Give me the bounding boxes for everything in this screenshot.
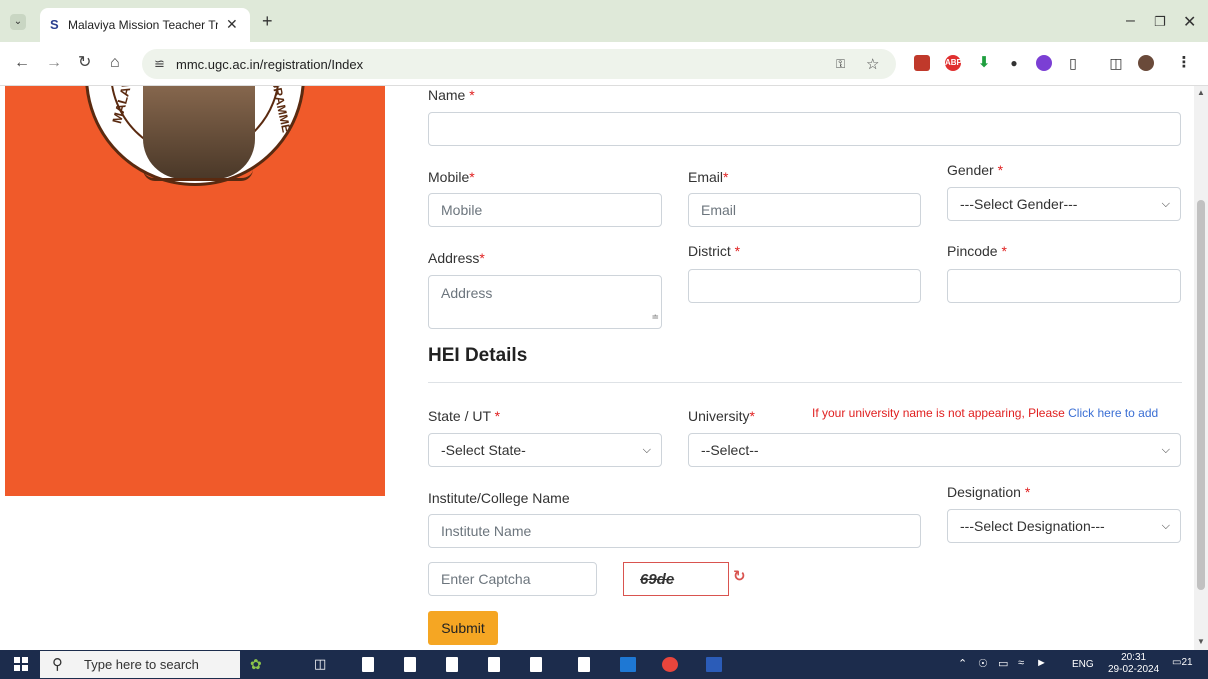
name-label: Name * — [428, 87, 475, 103]
new-tab-plus-icon[interactable]: + — [262, 12, 273, 30]
task-view-icon[interactable]: ◫ — [314, 656, 326, 672]
volume-muted-icon[interactable]: ► — [1036, 657, 1047, 669]
captcha-input[interactable]: Enter Captcha — [428, 562, 597, 596]
district-label: District * — [688, 243, 741, 259]
profile-avatar[interactable] — [1138, 55, 1154, 71]
chevron-down-icon: ⌵ — [1161, 520, 1170, 532]
designation-select[interactable]: ---Select Designation--- ⌵ — [947, 509, 1181, 543]
add-university-link[interactable]: Click here to add — [1068, 406, 1158, 420]
chrome-icon[interactable] — [662, 657, 678, 672]
download-arrow-icon[interactable]: ⬇ — [976, 55, 992, 71]
hei-details-heading: HEI Details — [428, 345, 528, 366]
minimize-icon[interactable]: – — [1126, 12, 1135, 30]
windows-taskbar: ⚲ Type here to search ✿ ◫ ⌃ ☉ ▭ ≈ ► ENG … — [0, 650, 1208, 679]
file-icon[interactable] — [446, 657, 458, 672]
taskbar-search[interactable]: ⚲ Type here to search — [40, 651, 240, 678]
kebab-menu-icon[interactable]: ⋮ — [1176, 55, 1192, 71]
extension-icon[interactable] — [914, 55, 930, 71]
left-banner: MALAVIYA OGRAMME — [5, 86, 385, 496]
captcha-text: 69de — [640, 571, 675, 588]
address-label: Address* — [428, 250, 485, 266]
gender-label: Gender * — [947, 162, 1004, 178]
side-panel-icon[interactable]: ◫ — [1108, 55, 1124, 71]
site-favicon-icon: S — [50, 17, 59, 32]
adblock-icon[interactable]: ABP — [945, 55, 962, 71]
mobile-input[interactable]: Mobile — [428, 193, 662, 227]
institute-input[interactable]: Institute Name — [428, 514, 921, 548]
browser-tab-bar: ⌄ S Malaviya Mission Teacher Traini ✕ + … — [0, 0, 1208, 42]
wifi-icon[interactable]: ≈ — [1018, 657, 1024, 669]
back-arrow-icon[interactable]: ← — [14, 54, 30, 72]
word-icon[interactable] — [706, 657, 722, 672]
university-select[interactable]: --Select-- ⌵ — [688, 433, 1181, 467]
state-select[interactable]: -Select State- ⌵ — [428, 433, 662, 467]
pincode-input[interactable] — [947, 269, 1181, 303]
clock[interactable]: 20:31 29-02-2024 — [1108, 652, 1159, 676]
address-textarea[interactable]: Address ≐ — [428, 275, 662, 329]
chevron-down-icon: ⌵ — [642, 444, 651, 456]
tab-close-icon[interactable]: ✕ — [226, 16, 238, 33]
page-scrollbar[interactable]: ▲ ▼ — [1194, 86, 1208, 650]
tab-search-chevron-icon[interactable]: ⌄ — [10, 14, 26, 30]
university-missing-notice: If your university name is not appearing… — [812, 406, 1159, 420]
frog-widget-icon[interactable]: ✿ — [250, 656, 262, 673]
address-bar[interactable]: ≌ mmc.ugc.ac.in/registration/Index ⚿ ☆ — [142, 49, 896, 79]
section-divider — [428, 382, 1182, 383]
forward-arrow-icon[interactable]: → — [46, 54, 62, 72]
gender-select[interactable]: ---Select Gender--- ⌵ — [947, 187, 1181, 221]
battery-icon[interactable]: ▭ — [998, 657, 1008, 670]
url-text[interactable]: mmc.ugc.ac.in/registration/Index — [176, 57, 363, 72]
extension-icon[interactable]: ● — [1006, 55, 1022, 71]
submit-button[interactable]: Submit — [428, 611, 498, 645]
email-label: Email* — [688, 169, 729, 185]
file-icon[interactable] — [404, 657, 416, 672]
bookmark-star-icon[interactable]: ☆ — [866, 55, 879, 73]
mobile-label: Mobile* — [428, 169, 475, 185]
university-label: University* — [688, 408, 755, 424]
portrait-image — [143, 86, 255, 179]
home-icon[interactable]: ⌂ — [110, 54, 120, 72]
resize-handle-icon[interactable]: ≐ — [651, 307, 659, 327]
windows-start-icon[interactable] — [14, 657, 28, 671]
scroll-thumb[interactable] — [1197, 200, 1205, 590]
scroll-down-arrow-icon[interactable]: ▼ — [1197, 637, 1205, 646]
district-input[interactable] — [688, 269, 921, 303]
email-input[interactable]: Email — [688, 193, 921, 227]
institute-label: Institute/College Name — [428, 490, 570, 506]
language-indicator[interactable]: ENG — [1072, 659, 1094, 670]
notification-center-icon[interactable]: ▭21 — [1172, 657, 1193, 668]
outlook-icon[interactable] — [620, 657, 636, 672]
designation-label: Designation * — [947, 484, 1031, 500]
browser-toolbar: ← → ↻ ⌂ ≌ mmc.ugc.ac.in/registration/Ind… — [0, 42, 1208, 86]
chevron-down-icon: ⌵ — [1161, 444, 1170, 456]
file-icon[interactable] — [488, 657, 500, 672]
file-icon[interactable] — [578, 657, 590, 672]
browser-tab[interactable]: S Malaviya Mission Teacher Traini ✕ — [40, 8, 250, 42]
refresh-captcha-icon[interactable]: ↻ — [733, 567, 746, 585]
reload-icon[interactable]: ↻ — [78, 54, 91, 72]
name-input[interactable] — [428, 112, 1181, 146]
file-icon[interactable] — [530, 657, 542, 672]
restore-icon[interactable]: ❐ — [1154, 14, 1166, 30]
scroll-up-arrow-icon[interactable]: ▲ — [1197, 88, 1205, 97]
extension-icon[interactable] — [1036, 55, 1052, 71]
tray-chevron-up-icon[interactable]: ⌃ — [958, 657, 967, 670]
chevron-down-icon: ⌵ — [1161, 198, 1170, 210]
site-info-icon[interactable]: ≌ — [154, 56, 165, 72]
tab-title: Malaviya Mission Teacher Traini — [68, 18, 218, 32]
meet-icon[interactable]: ☉ — [978, 657, 988, 670]
extensions-puzzle-icon[interactable]: ▯ — [1065, 55, 1081, 71]
mission-logo: MALAVIYA OGRAMME — [85, 86, 305, 186]
file-icon[interactable] — [362, 657, 374, 672]
state-label: State / UT * — [428, 408, 501, 424]
search-icon: ⚲ — [52, 656, 63, 673]
window-close-icon[interactable]: ✕ — [1183, 12, 1196, 32]
captcha-image: 69de — [623, 562, 729, 596]
password-key-icon[interactable]: ⚿ — [836, 57, 845, 72]
pincode-label: Pincode * — [947, 243, 1007, 259]
